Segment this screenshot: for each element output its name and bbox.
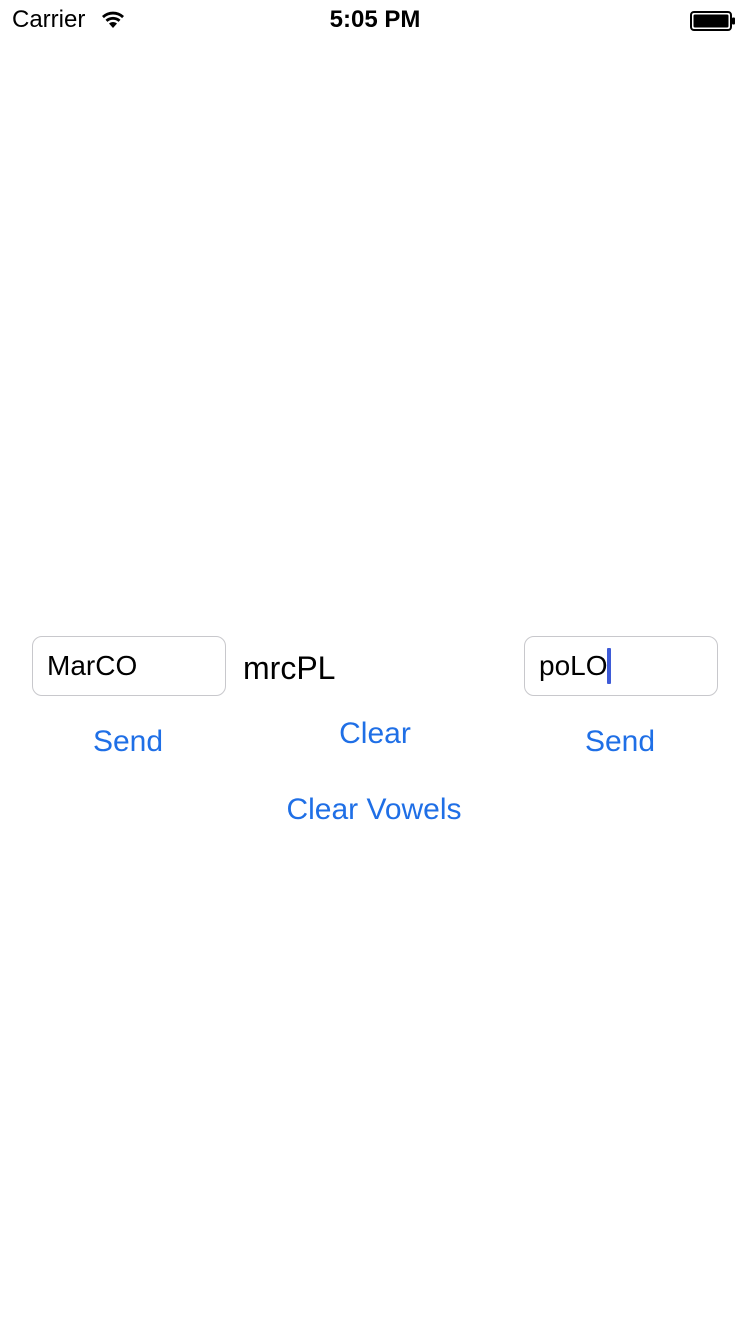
text-cursor [606,647,611,684]
marco-input-value: MarCO [47,650,138,681]
output-label: mrcPL [243,650,336,686]
polo-input[interactable]: poLO [524,636,718,696]
battery-full-icon [690,11,735,31]
marco-input[interactable]: MarCO [32,636,226,696]
send-right-button[interactable]: Send [520,722,720,762]
polo-input-value: poLO [539,650,608,681]
clear-button[interactable]: Clear [275,714,475,754]
clear-vowels-button[interactable]: Clear Vowels [224,790,524,830]
clock: 5:05 PM [329,6,421,33]
send-left-button[interactable]: Send [28,722,228,762]
status-bar: Carrier 5:05 PM [0,0,750,40]
